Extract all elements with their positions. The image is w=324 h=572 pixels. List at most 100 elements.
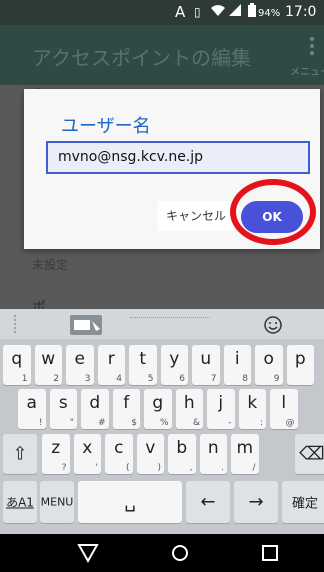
battery-icon [248,3,256,21]
key-label: e [74,349,85,369]
key-label: i [234,349,240,369]
username-input[interactable]: mvno@nsg.kcv.ne.jp [46,141,310,174]
key-label: m [236,438,254,458]
key-sublabel: ) [157,463,161,473]
backspace-key[interactable]: ⌫ [295,434,324,474]
sim-icon: ▯ [194,5,201,19]
recents-icon[interactable] [258,542,282,564]
key-sublabel: ' [95,463,98,473]
emoji-icon[interactable] [262,314,284,336]
key-label: b [176,438,188,458]
battery-percent: 94% [258,8,281,19]
key-x[interactable]: x ' [73,434,101,474]
keyboard-settings-icon[interactable] [70,315,102,335]
more-vert-icon [310,37,314,58]
wifi-icon [210,3,226,21]
key-label: p [294,349,306,369]
key-a[interactable]: a! [18,389,46,429]
status-bar: A ▯ 94% 17:0 [0,0,324,25]
home-icon[interactable] [168,542,192,564]
key-g[interactable]: g% [144,389,172,429]
signal-icon [228,3,242,21]
back-icon[interactable] [76,542,100,564]
toolbar-divider [130,317,210,321]
key-sublabel: 7 [210,374,217,384]
enter-key[interactable]: 確定 [282,481,324,523]
key-w[interactable]: w2 [34,345,62,385]
key-s[interactable]: s " [49,389,77,429]
key-sublabel: 5 [147,374,154,384]
key-t[interactable]: t5 [129,345,157,385]
key-d[interactable]: d # [81,389,109,429]
key-sublabel: " [69,418,74,428]
input-mode-key[interactable]: あA1 [3,481,37,523]
key-k[interactable]: k: [238,389,266,429]
key-label: u [200,349,212,369]
software-keyboard: ⇧ ⌫ あA1 MENU ␣ ← → 確定 q1w2e3r4t5y6u7i8o9… [0,309,324,534]
key-sublabel: 9 [273,374,280,384]
key-sublabel: 1 [21,374,28,384]
dialog-title: ユーザー名 [61,116,151,137]
drag-handle-icon[interactable] [14,315,20,333]
key-y[interactable]: y6 [160,345,188,385]
key-label: k [247,393,258,413]
shift-key[interactable]: ⇧ [3,434,37,474]
key-sublabel: 6 [179,374,185,384]
navigation-bar [0,534,324,572]
key-b[interactable]: b, [168,434,196,474]
key-label: z [51,438,61,458]
key-sublabel: : [259,418,263,428]
key-label: s [58,393,68,413]
key-label: j [218,393,224,413]
left-arrow-key[interactable]: ← [186,481,230,523]
key-l[interactable]: l @ [270,389,298,429]
key-j[interactable]: j- [207,389,235,429]
ime-indicator: A [175,3,186,21]
key-r[interactable]: r4 [97,345,125,385]
key-sublabel: $ [131,418,137,428]
right-arrow-key[interactable]: → [234,481,278,523]
key-sublabel: , [189,463,193,473]
key-label: t [139,349,147,369]
key-z[interactable]: z? [42,434,70,474]
key-m[interactable]: m / [231,434,259,474]
ok-button[interactable]: OK [241,201,303,233]
overflow-menu-button[interactable]: メニュー [288,33,324,81]
key-e[interactable]: e3 [66,345,94,385]
key-sublabel: 8 [242,374,248,384]
key-sublabel: & [192,418,200,428]
key-p[interactable]: p [286,345,314,385]
key-label: l [281,393,287,413]
key-label: o [263,349,274,369]
key-o[interactable]: o9 [255,345,283,385]
key-f[interactable]: f $ [112,389,140,429]
key-c[interactable]: c( [105,434,133,474]
menu-label: メニュー [290,67,324,78]
key-label: g [152,393,164,413]
key-label: w [41,349,56,369]
key-sublabel: 2 [53,374,59,384]
key-sublabel: / [252,463,256,473]
key-label: f [123,393,130,413]
key-sublabel: - [228,418,232,428]
keyboard-toolbar [0,309,324,339]
key-i[interactable]: i8 [223,345,251,385]
key-label: v [145,438,156,458]
page-title: アクセスポイントの編集 [32,46,251,70]
cancel-button[interactable]: キャンセル [158,201,234,231]
key-label: a [26,393,37,413]
space-key[interactable]: ␣ [78,481,182,523]
key-n[interactable]: n. [199,434,227,474]
key-label: d [89,393,101,413]
key-sublabel: % [159,418,169,428]
key-label: x [82,438,93,458]
key-q[interactable]: q1 [3,345,31,385]
key-label: c [114,438,124,458]
key-label: q [11,349,23,369]
key-sublabel: @ [285,418,295,428]
key-sublabel: ! [38,418,43,428]
menu-key[interactable]: MENU [40,481,74,523]
key-u[interactable]: u7 [192,345,220,385]
key-v[interactable]: v) [136,434,164,474]
key-h[interactable]: h & [175,389,203,429]
